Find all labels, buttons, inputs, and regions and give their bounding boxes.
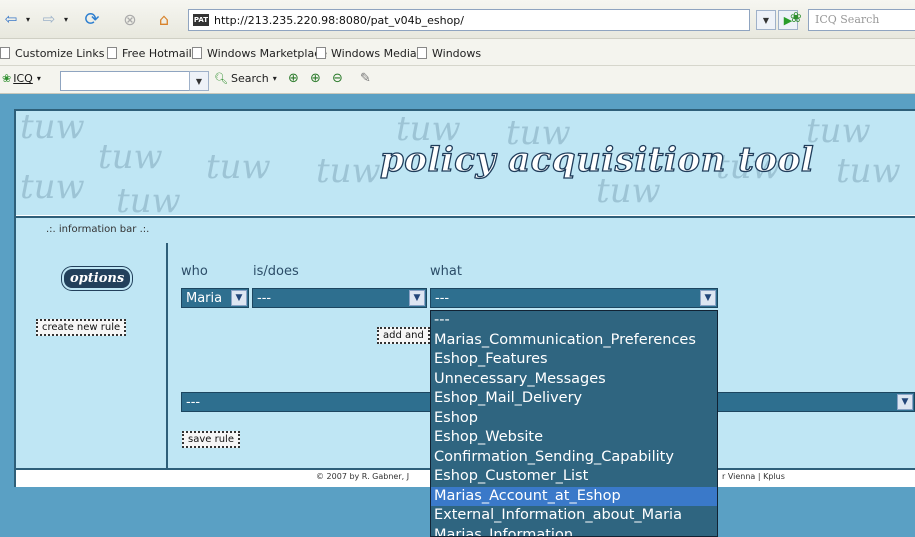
dropdown-option[interactable]: Eshop_Website — [431, 428, 717, 448]
refresh-icon[interactable]: ⟳ — [80, 8, 104, 30]
isdoes-select-value: --- — [257, 290, 272, 306]
zoom-in-icon[interactable]: ⊕ — [288, 71, 299, 86]
icq-search-dropdown-icon[interactable]: ▼ — [189, 71, 209, 91]
dropdown-option[interactable]: Eshop_Mail_Delivery — [431, 389, 717, 409]
isdoes-select[interactable]: --- ▼ — [252, 288, 427, 308]
rule-summary-value: --- — [186, 394, 201, 410]
what-dropdown-list[interactable]: --- Marias_Communication_Preferences Eshop… — [430, 310, 718, 537]
icq-flower-icon[interactable]: ❀ — [790, 10, 804, 28]
dropdown-option[interactable]: Eshop_Customer_List — [431, 467, 717, 487]
search-input[interactable]: ICQ Search — [808, 9, 915, 31]
chevron-down-icon: ▼ — [409, 290, 425, 306]
dropdown-option[interactable]: Eshop — [431, 409, 717, 429]
create-new-rule-button[interactable]: create new rule — [36, 319, 127, 336]
information-bar-label: .:. information bar .:. — [46, 224, 150, 235]
icq-menu[interactable]: ❀ ICQ ▾ — [2, 72, 41, 85]
search-placeholder: ICQ Search — [815, 13, 880, 26]
who-select[interactable]: Maria ▼ — [181, 288, 249, 308]
dropdown-option[interactable]: External_Information_about_Maria — [431, 506, 717, 526]
sidebar-divider — [166, 243, 168, 468]
information-bar: .:. information bar .:. — [16, 216, 915, 245]
link-windows-media[interactable]: Windows Media — [316, 45, 417, 61]
chevron-down-icon: ▼ — [231, 290, 247, 306]
chevron-down-icon: ▾ — [36, 74, 41, 83]
column-label-what: what — [430, 264, 462, 279]
watermark: tuw — [316, 151, 381, 191]
forward-icon[interactable]: ⇨ — [38, 8, 60, 30]
page-icon — [417, 47, 427, 59]
chevron-down-icon: ▼ — [700, 290, 716, 306]
stop-icon[interactable]: ⊗ — [118, 8, 142, 30]
watermark: tuw — [116, 181, 181, 215]
address-url: http://213.235.220.98:8080/pat_v04b_esho… — [214, 13, 464, 27]
dropdown-option[interactable]: Confirmation_Sending_Capability — [431, 448, 717, 468]
watermark: tuw — [206, 147, 271, 187]
what-select-value: --- — [435, 290, 450, 306]
forward-dropdown-icon[interactable]: ▾ — [60, 8, 72, 30]
dropdown-option[interactable]: Marias_Communication_Preferences — [431, 331, 717, 351]
icq-logo-icon: ❀ — [2, 72, 12, 85]
link-free-hotmail[interactable]: Free Hotmail — [107, 45, 192, 61]
link-windows[interactable]: Windows — [417, 45, 481, 61]
page-icon — [316, 47, 326, 59]
column-label-isdoes: is/does — [253, 264, 299, 279]
who-select-value: Maria — [186, 290, 223, 306]
home-icon[interactable]: ⌂ — [152, 8, 176, 30]
chevron-down-icon: ▼ — [897, 394, 913, 410]
eraser-icon[interactable]: ✎ — [360, 71, 371, 86]
chevron-down-icon: ▾ — [272, 74, 277, 83]
address-bar[interactable]: PAT http://213.235.220.98:8080/pat_v04b_… — [188, 9, 750, 31]
zoom-out-icon[interactable]: ⊖ — [332, 71, 343, 86]
page-icon — [192, 47, 202, 59]
watermark: tuw — [836, 151, 901, 191]
page-icon — [0, 47, 10, 59]
icq-search-field[interactable] — [60, 71, 190, 91]
link-windows-marketplace[interactable]: Windows Marketplace — [192, 45, 327, 61]
app-logo: policy acquisition tool — [379, 139, 815, 180]
dropdown-option[interactable]: Eshop_Features — [431, 350, 717, 370]
watermark: tuw — [20, 111, 85, 147]
dropdown-option[interactable]: Marias_Account_at_Eshop — [431, 486, 717, 506]
back-icon[interactable]: ⇦ — [0, 8, 22, 30]
favicon-icon: PAT — [193, 14, 209, 26]
address-dropdown-icon[interactable]: ▼ — [756, 10, 776, 30]
footer-copyright: © 2007 by R. Gabner, J — [316, 472, 410, 481]
search-icon: 🔍︎ — [214, 72, 228, 85]
footer-affiliation: r Vienna | Kplus — [722, 472, 785, 481]
watermark: tuw — [806, 111, 871, 151]
save-rule-button[interactable]: save rule — [182, 431, 240, 448]
watermark: tuw — [20, 167, 85, 207]
what-select[interactable]: --- ▼ — [430, 288, 718, 308]
dropdown-option[interactable]: --- — [431, 311, 717, 331]
dropdown-option[interactable]: Unnecessary_Messages — [431, 370, 717, 390]
zoom-reset-icon[interactable]: ⊕ — [310, 71, 321, 86]
watermark: tuw — [98, 137, 163, 177]
link-customize-links[interactable]: Customize Links — [0, 45, 105, 61]
add-and-button[interactable]: add and — [377, 327, 430, 344]
back-dropdown-icon[interactable]: ▾ — [22, 8, 34, 30]
search-button[interactable]: 🔍︎ Search ▾ — [214, 72, 277, 85]
dropdown-option[interactable]: Marias_Information — [431, 526, 717, 537]
options-badge: options — [62, 267, 133, 290]
page-icon — [107, 47, 117, 59]
column-label-who: who — [181, 264, 208, 279]
